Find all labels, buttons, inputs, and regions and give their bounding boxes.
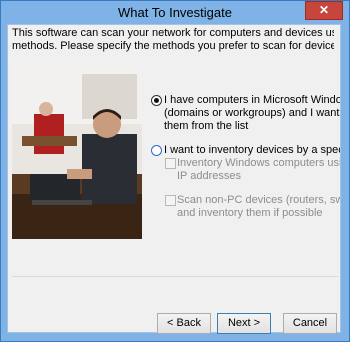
option-text-line: I want to inventory devices by a specifi… (164, 144, 340, 156)
option-text-line: them from the list (164, 120, 249, 132)
intro-line: This software can scan your network for … (12, 27, 334, 39)
inventory-windows-checkbox[interactable] (165, 158, 176, 169)
intro-line: methods. Please specify the methods you … (12, 40, 334, 52)
windows-network-option-label[interactable]: I have computers in Microsoft Windows Ne… (164, 94, 340, 133)
back-button[interactable]: < Back (157, 313, 211, 334)
office-worker-photo (12, 64, 142, 239)
option-text-line: Scan non-PC devices (routers, switches, … (177, 194, 340, 206)
close-icon: ✕ (318, 3, 330, 17)
ip-range-option-label[interactable]: I want to inventory devices by a specifi… (164, 144, 340, 157)
option-text-line: Inventory Windows computers using their (177, 157, 340, 169)
ip-range-radio[interactable] (151, 145, 162, 156)
photo-illustration (12, 64, 142, 239)
intro-text: This software can scan your network for … (12, 27, 334, 53)
window-title: What To Investigate (118, 5, 232, 20)
next-button[interactable]: Next > (217, 313, 271, 334)
option-text-line: IP addresses (177, 170, 242, 182)
option-text-line: (domains or workgroups) and I want to br… (164, 107, 340, 119)
divider (12, 276, 338, 277)
cancel-button[interactable]: Cancel (283, 313, 337, 334)
option-text-line: and inventory them if possible (177, 207, 323, 219)
title-bar[interactable]: What To Investigate ✕ (1, 1, 349, 25)
option-text-line: I have computers in Microsoft Windows Ne… (164, 94, 340, 106)
scan-non-pc-checkbox[interactable] (165, 195, 176, 206)
windows-network-radio[interactable] (151, 95, 162, 106)
scan-non-pc-label[interactable]: Scan non-PC devices (routers, switches, … (177, 194, 340, 220)
close-button[interactable]: ✕ (305, 1, 343, 20)
inventory-windows-label[interactable]: Inventory Windows computers using their … (177, 157, 340, 183)
